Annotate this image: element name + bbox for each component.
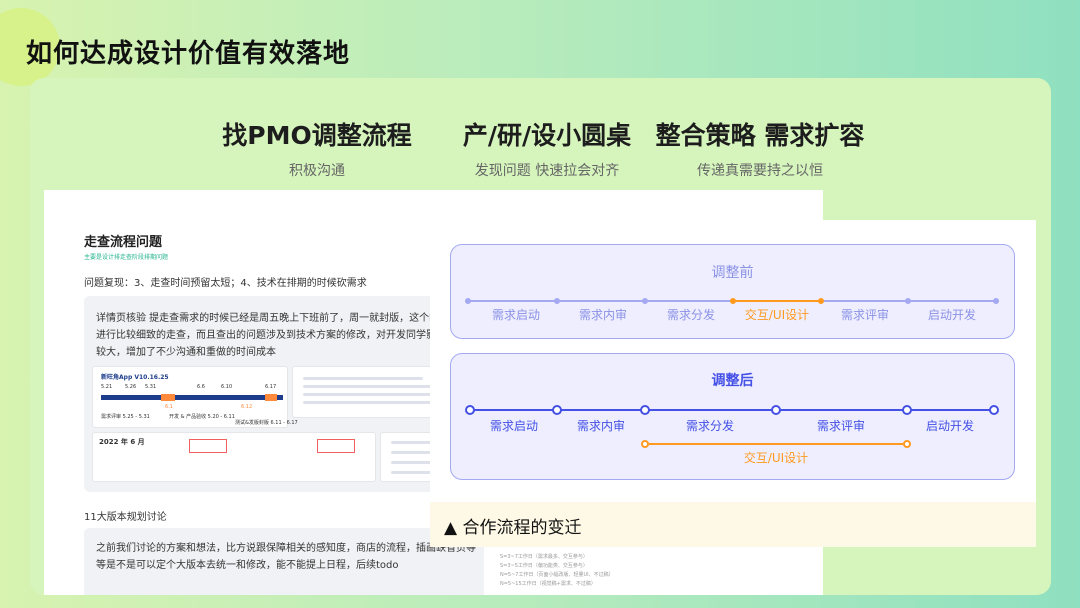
page-title: 如何达成设计价值有效落地 [26, 39, 351, 69]
column-subheading: 传递真需要持之以恒 [697, 163, 823, 179]
doc-detail-text: 详情页核验 提走查需求的时候已经是周五晚上下班前了，周一就封版，这个时间进行比较… [96, 313, 456, 358]
chat-line [303, 393, 443, 396]
doc-section-title: 11大版本规划讨论 [84, 512, 167, 523]
flow-before-title: 调整前 [711, 265, 754, 281]
flow-step-dot [902, 405, 912, 415]
column-pmo: 找PMO调整流程 积极沟通 [217, 116, 417, 180]
flow-step-dot [993, 298, 999, 304]
timeline-thumbnail: 新旺角App V10.16.25 5.21 5.26 5.31 6.1 6.6 … [92, 366, 298, 428]
doc-subtitle: 主要是设计排走查阶段排期问题 [84, 254, 169, 261]
doc-section-box: 之前我们讨论的方案和想法，比方说跟保障相关的感知度，商店的流程，插画缺省页等等是… [84, 528, 484, 595]
timeline-highlight [265, 394, 277, 401]
flow-step-dot [640, 405, 650, 415]
timeline-phase: 需求评审 5.25 - 5.31 [101, 414, 150, 420]
timeline-date: 6.6 [197, 384, 205, 390]
flow-step-dot [642, 298, 648, 304]
timeline-highlight [161, 394, 175, 401]
flow-step-label: 需求分发 [666, 308, 716, 322]
timeline-phase: 测试&发版封版 6.11 - 6.17 [235, 420, 298, 426]
calendar-highlight [317, 439, 355, 453]
flow-step-dot [818, 298, 824, 304]
flow-step-label: 需求内审 [578, 308, 628, 322]
faint-note: S=3~5工作日（偏功能类、交互参与） [500, 563, 588, 569]
faint-note: N=5~7工作日（页面小幅改版、轻量UI、不过稿） [500, 572, 614, 578]
flow-step-label: 需求分发 [685, 419, 735, 433]
flow-step-label: 需求内审 [576, 419, 626, 433]
flow-step-dot [989, 405, 999, 415]
timeline-phase: 开发 & 产品验收 5.20 - 6.11 [169, 414, 235, 420]
parallel-design-line [645, 443, 907, 445]
timeline-title: 新旺角App V10.16.25 [101, 374, 169, 381]
calendar-title: 2022 年 6 月 [99, 438, 145, 446]
timeline-date: 6.10 [221, 384, 233, 390]
timeline-date: 5.21 [101, 384, 113, 390]
calendar-highlight [189, 439, 227, 453]
column-heading: 找PMO调整流程 [222, 121, 412, 150]
flow-before: 调整前 需求启动 需求内审 需求分发 交互/UI设计 需求评审 启动开发 [450, 244, 1015, 339]
column-heading: 产/研/设小圆桌 [462, 121, 632, 150]
faint-note: N=5~15工作日（视觉稿+需求、不过稿） [500, 581, 596, 587]
timeline-date: 5.26 [125, 384, 137, 390]
column-heading: 整合策略 需求扩容 [655, 121, 865, 150]
column-subheading: 发现问题 快速拉会对齐 [474, 163, 620, 179]
doc-detail-box: 详情页核验 提走查需求的时候已经是周五晚上下班前了，周一就封版，这个时间进行比较… [84, 296, 484, 492]
doc-section-text: 之前我们讨论的方案和想法，比方说跟保障相关的感知度，商店的流程，插画缺省页等等是… [96, 543, 476, 571]
flow-step-dot [465, 405, 475, 415]
column-roundtable: 产/研/设小圆桌 发现问题 快速拉会对齐 [442, 116, 652, 180]
process-change-card: 调整前 需求启动 需求内审 需求分发 交互/UI设计 需求评审 启动开发 调整后 [430, 220, 1036, 547]
flow-step-label: 启动开发 [925, 419, 975, 433]
flow-step-dot [905, 298, 911, 304]
flow-step-dot [552, 405, 562, 415]
faint-note: S=3~7工作日（需求最多、交互参与） [500, 554, 588, 560]
flow-step-label: 启动开发 [927, 308, 977, 322]
content-panel: 找PMO调整流程 积极沟通 产/研/设小圆桌 发现问题 快速拉会对齐 整合策略 … [30, 78, 1051, 595]
doc-problem-line: 问题复现：3、走查时间预留太短；4、技术在排期的时候砍需求 [84, 278, 367, 289]
parallel-design-label: 交互/UI设计 [743, 451, 809, 465]
parallel-dot [903, 440, 911, 448]
flow-after-title: 调整后 [711, 373, 754, 389]
timeline-date: 6.12 [241, 404, 253, 410]
timeline-date: 6.1 [165, 404, 173, 410]
flow-step-dot [554, 298, 560, 304]
flow-step-dot [771, 405, 781, 415]
column-subheading: 积极沟通 [289, 163, 345, 179]
column-strategy: 整合策略 需求扩容 传递真需要持之以恒 [650, 116, 870, 180]
timeline-date: 6.17 [265, 384, 277, 390]
timeline-date: 5.31 [145, 384, 157, 390]
flow-step-label: 需求评审 [816, 419, 866, 433]
flow-step-label: 需求启动 [491, 308, 541, 322]
calendar-thumbnail: 2022 年 6 月 [92, 432, 376, 482]
flow-after: 调整后 需求启动 需求内审 需求分发 需求评审 启动开发 交互/UI设计 [450, 353, 1015, 480]
flow-step-label: 需求评审 [840, 308, 890, 322]
figure-caption: ▲ 合作流程的变迁 [444, 518, 582, 538]
chat-line [303, 377, 423, 380]
timeline-bar [101, 395, 283, 400]
parallel-dot [641, 440, 649, 448]
doc-title: 走查流程问题 [84, 235, 163, 250]
flow-after-line [470, 409, 994, 411]
flow-before-highlight [733, 300, 821, 302]
flow-step-label: 需求启动 [489, 419, 539, 433]
flow-step-dot [465, 298, 471, 304]
flow-step-dot [730, 298, 736, 304]
flow-step-label: 交互/UI设计 [744, 308, 810, 322]
